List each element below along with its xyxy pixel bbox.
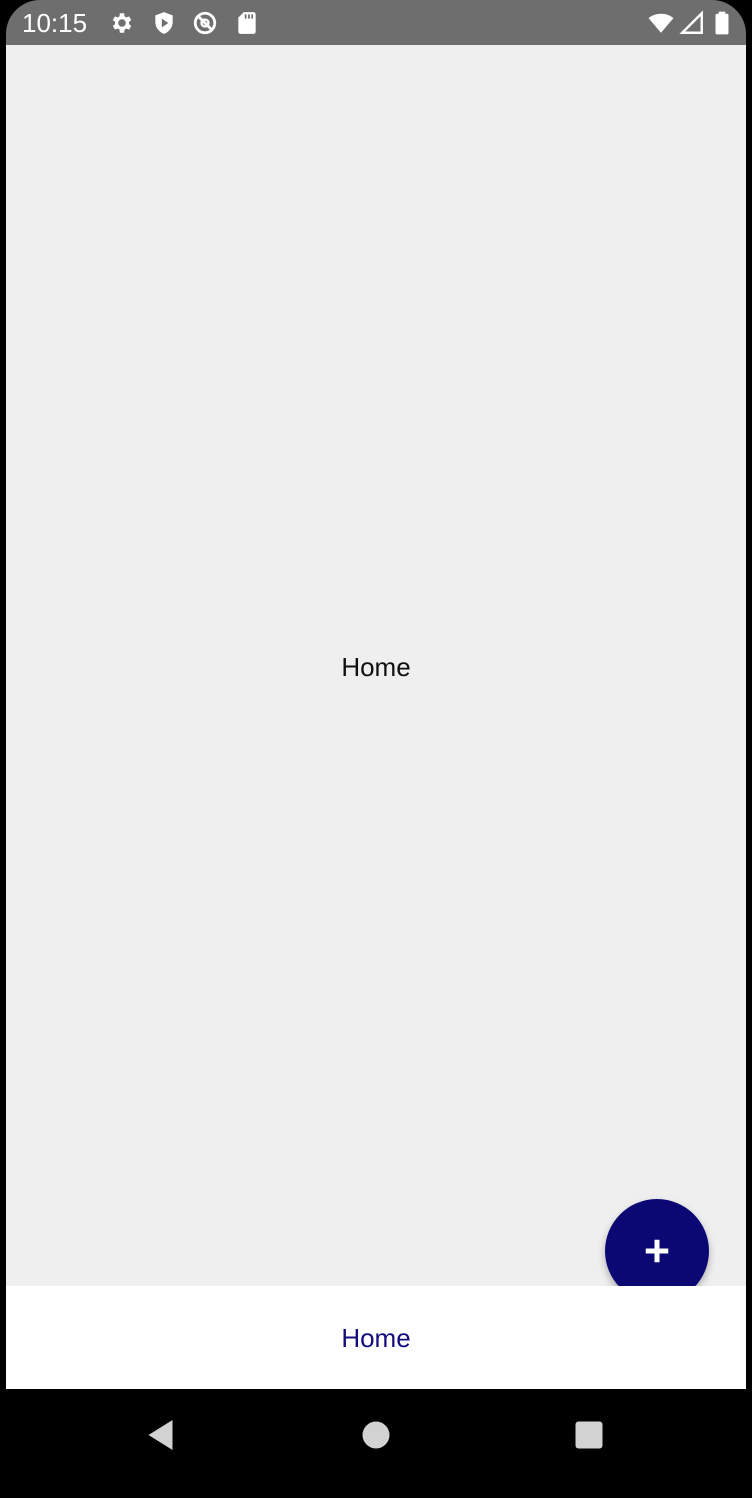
gear-icon [109, 10, 135, 36]
system-nav-bar [6, 1389, 746, 1480]
bottom-tab-home[interactable]: Home [6, 1286, 746, 1389]
status-time: 10:15 [22, 8, 88, 38]
bottom-navigation: Home [6, 1286, 746, 1389]
plus-icon [645, 1239, 669, 1263]
device-frame: 10:15 Home Home [0, 0, 752, 1498]
wifi-icon [648, 10, 674, 36]
battery-icon [709, 10, 735, 36]
home-icon[interactable] [358, 1417, 394, 1453]
shield-play-icon [151, 10, 177, 36]
main-content: Home [6, 45, 746, 1303]
back-icon[interactable] [144, 1417, 180, 1453]
bottom-tab-label: Home [341, 1322, 411, 1353]
no-sync-icon [192, 10, 218, 36]
screen: 10:15 Home Home [6, 0, 746, 1480]
cell-signal-icon [679, 10, 705, 36]
recents-icon[interactable] [571, 1417, 607, 1453]
sd-card-icon [234, 10, 260, 36]
status-bar: 10:15 [6, 0, 746, 45]
page-title: Home [341, 652, 411, 682]
